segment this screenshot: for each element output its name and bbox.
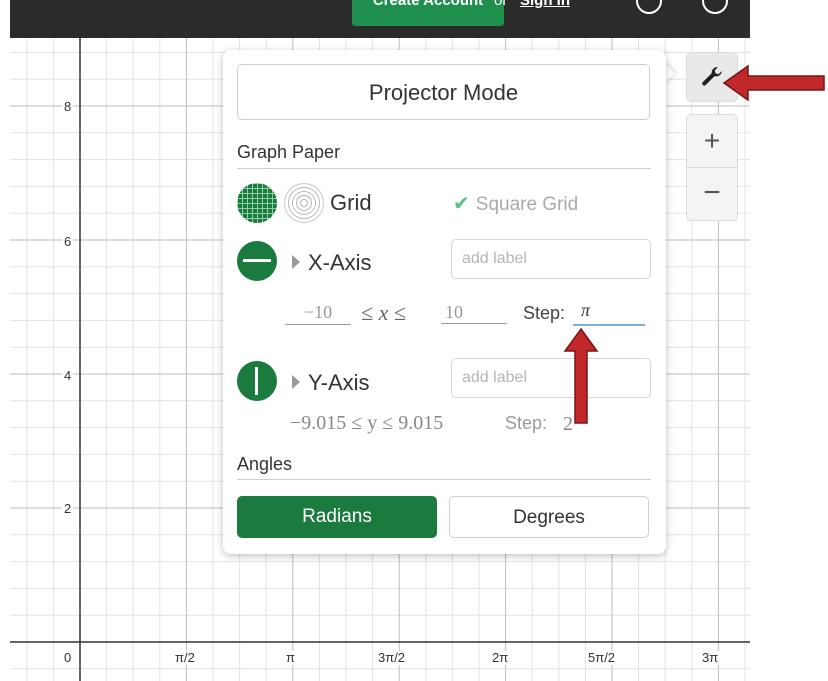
grid-label: Grid — [330, 190, 372, 215]
x-step-input[interactable]: π — [573, 300, 645, 326]
radians-button[interactable]: Radians — [237, 496, 437, 538]
y-bounds: −9.015 ≤ y ≤ 9.015 — [290, 412, 444, 434]
y-axis-toggle-icon[interactable] — [237, 361, 277, 401]
sign-in-link[interactable]: Sign In — [520, 0, 570, 9]
x-step-label: Step: — [523, 303, 566, 323]
x-tick-label: 3π/2 — [376, 650, 408, 665]
cartesian-grid-icon[interactable] — [237, 183, 277, 223]
y-tick-label: 6 — [62, 234, 74, 249]
annotation-arrow-up — [563, 327, 599, 424]
x-tick-label: π — [284, 650, 297, 665]
section-divider — [237, 168, 651, 169]
origin-tick-label: 0 — [62, 650, 74, 665]
graph-paper-heading: Graph Paper — [237, 142, 341, 162]
x-min-input[interactable]: −10 — [285, 302, 351, 325]
x-tick-label: 5π/2 — [586, 650, 618, 665]
y-step-label: Step: — [505, 413, 548, 433]
y-tick-label: 2 — [62, 501, 74, 516]
polar-grid-icon[interactable] — [284, 183, 324, 223]
square-grid-label: Square Grid — [475, 194, 579, 215]
x-tick-label: 2π — [490, 650, 511, 665]
y-axis-label: Y-Axis — [308, 370, 370, 395]
y-tick-label: 4 — [62, 368, 74, 383]
or-text: or — [494, 0, 508, 9]
y-tick-label: 8 — [62, 99, 74, 114]
x-axis-label: X-Axis — [308, 250, 372, 275]
annotation-arrow-left — [722, 64, 825, 102]
x-max-input[interactable]: 10 — [441, 302, 507, 324]
help-icon[interactable] — [636, 0, 662, 14]
x-tick-label: 3π — [700, 650, 721, 665]
square-grid-checkbox[interactable]: ✔ Square Grid — [453, 191, 578, 216]
create-account-button[interactable]: Create Account — [352, 0, 504, 26]
top-header-bar: Create Account or Sign In — [10, 0, 750, 38]
graph-settings-panel: Projector Mode Graph Paper Grid ✔ Square … — [223, 50, 666, 554]
x-inequality: ≤ x ≤ — [361, 300, 406, 325]
x-tick-label: π/2 — [173, 650, 197, 665]
expand-triangle-icon[interactable] — [292, 255, 300, 269]
x-axis-toggle-icon[interactable] — [237, 241, 277, 281]
expand-triangle-icon[interactable] — [292, 375, 300, 389]
section-divider — [237, 479, 651, 480]
degrees-button[interactable]: Degrees — [449, 496, 649, 538]
language-globe-icon[interactable] — [702, 0, 728, 14]
checkmark-icon: ✔ — [453, 193, 470, 215]
zoom-out-button[interactable]: − — [686, 167, 738, 221]
angles-heading: Angles — [237, 454, 293, 474]
y-axis-label-input[interactable] — [451, 358, 651, 398]
projector-mode-button[interactable]: Projector Mode — [237, 64, 650, 120]
zoom-in-button[interactable]: + — [686, 114, 738, 168]
x-axis-label-input[interactable] — [451, 239, 651, 279]
